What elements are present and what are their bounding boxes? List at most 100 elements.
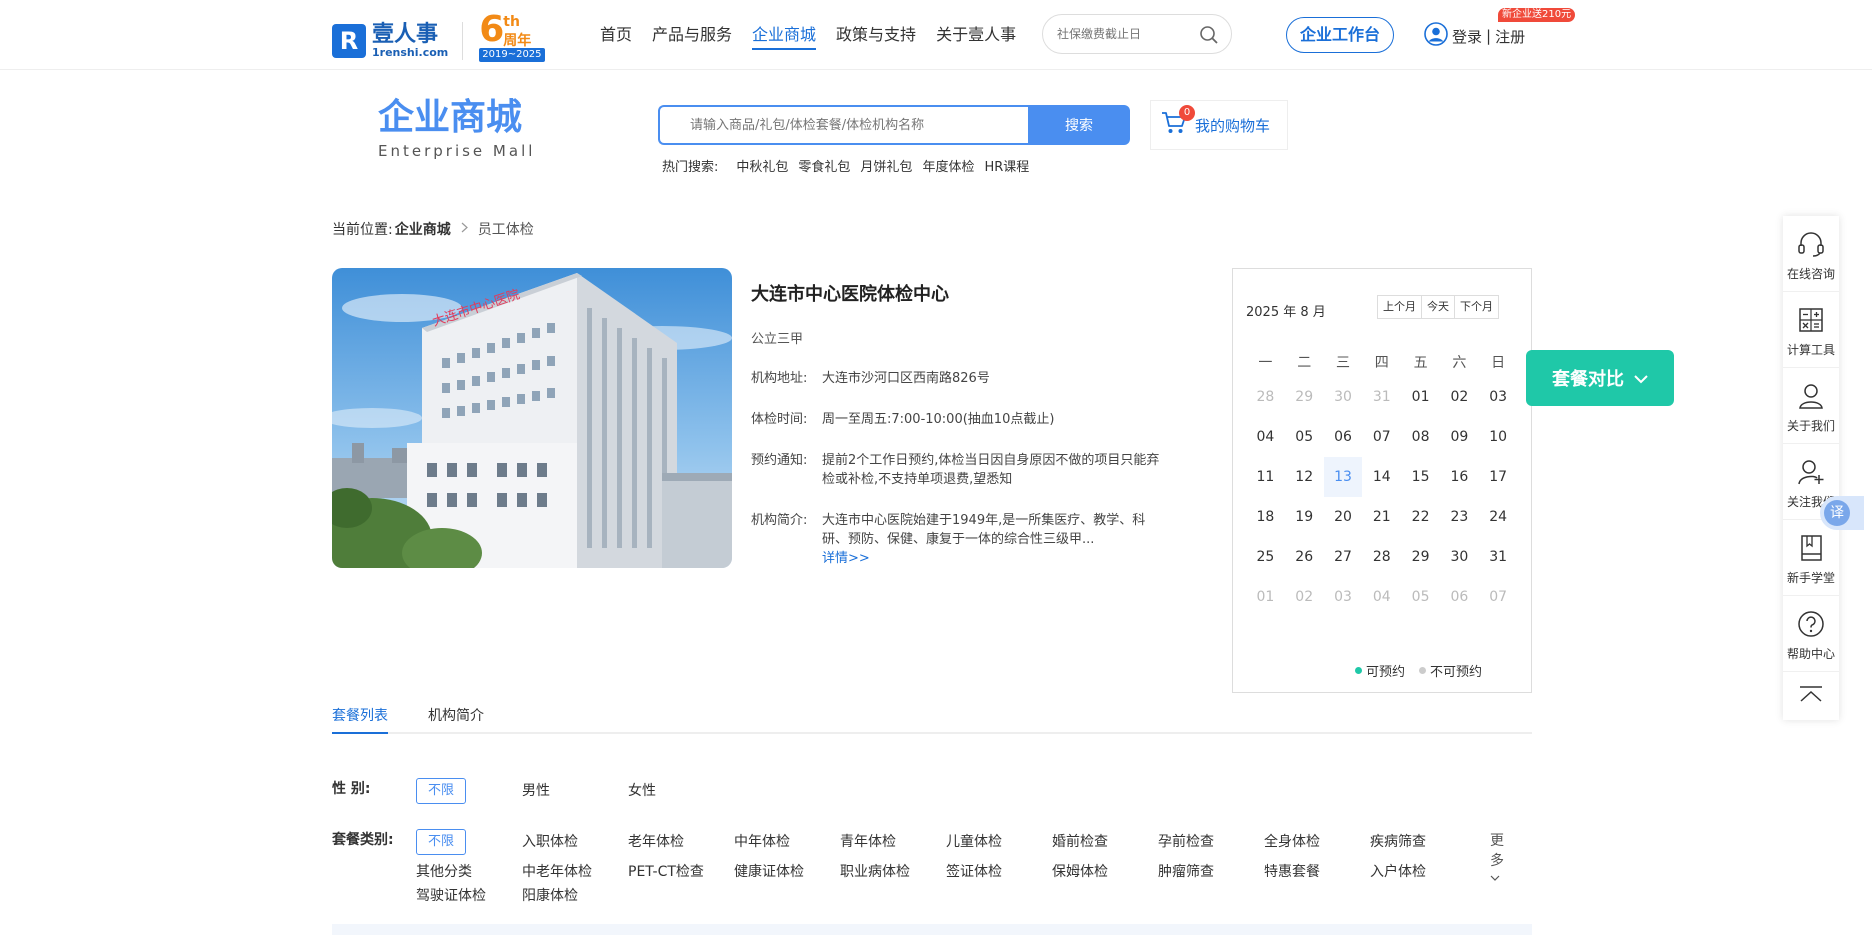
category-option[interactable]: PET-CT检查 [628, 861, 704, 881]
intro-more-link[interactable]: 详情>> [822, 551, 870, 566]
calendar-day[interactable]: 26 [1285, 537, 1324, 577]
calendar-day[interactable]: 27 [1324, 537, 1363, 577]
category-option[interactable]: 阳康体检 [522, 885, 578, 905]
calendar-day[interactable]: 19 [1285, 497, 1324, 537]
category-option[interactable]: 驾驶证体检 [416, 885, 486, 905]
tab-package-list[interactable]: 套餐列表 [332, 704, 388, 734]
calendar-day[interactable]: 31 [1479, 537, 1518, 577]
hot-keyword[interactable]: 零食礼包 [798, 156, 850, 175]
institution-intro-row: 机构简介: 大连市中心医院始建于1949年,是一所集医疗、教学、科研、预防、保健… [751, 511, 1171, 568]
today-button[interactable]: 今天 [1422, 296, 1455, 318]
category-filter-all[interactable]: 不限 [416, 829, 466, 855]
register-link[interactable]: 注册 [1495, 26, 1525, 47]
calendar-day[interactable]: 09 [1440, 417, 1479, 457]
calendar-day[interactable]: 15 [1401, 457, 1440, 497]
calendar-day[interactable]: 02 [1440, 377, 1479, 417]
hot-keyword[interactable]: HR课程 [984, 156, 1029, 175]
site-logo[interactable]: R 壹人事 1renshi.com 6 th 周年 2019~2025 [332, 10, 545, 66]
calendar-day[interactable]: 08 [1401, 417, 1440, 457]
calendar-day[interactable]: 21 [1362, 497, 1401, 537]
tab-institution-intro[interactable]: 机构简介 [428, 704, 484, 732]
category-option[interactable]: 保姆体检 [1052, 861, 1108, 881]
package-compare-button[interactable]: 套餐对比 [1526, 350, 1674, 406]
sidebar-item-about[interactable]: 关于我们 [1783, 368, 1839, 444]
nav-item-policy[interactable]: 政策与支持 [836, 22, 916, 50]
category-option[interactable]: 健康证体检 [734, 861, 804, 881]
calendar-day[interactable]: 10 [1479, 417, 1518, 457]
category-option[interactable]: 肿瘤筛查 [1158, 861, 1214, 881]
chevron-down-icon [1490, 875, 1500, 881]
hours-label: 体检时间: [751, 412, 808, 427]
calendar-day[interactable]: 17 [1479, 457, 1518, 497]
nav-item-home[interactable]: 首页 [600, 22, 632, 50]
mall-search-input[interactable] [658, 105, 1028, 145]
calendar-day[interactable]: 25 [1246, 537, 1285, 577]
translate-button[interactable]: 译 [1820, 496, 1864, 530]
calendar-day[interactable]: 16 [1440, 457, 1479, 497]
nav-item-products[interactable]: 产品与服务 [652, 22, 732, 50]
calendar-day[interactable]: 22 [1401, 497, 1440, 537]
calendar-day[interactable]: 07 [1362, 417, 1401, 457]
gender-filter-all[interactable]: 不限 [416, 778, 466, 804]
calendar-day[interactable]: 12 [1285, 457, 1324, 497]
hot-keyword[interactable]: 月饼礼包 [860, 156, 912, 175]
category-option[interactable]: 入职体检 [522, 831, 578, 851]
mall-search-button[interactable]: 搜索 [1028, 105, 1130, 145]
sidebar-item-consult[interactable]: 在线咨询 [1783, 216, 1839, 292]
calendar-day: 30 [1334, 389, 1352, 405]
category-option[interactable]: 儿童体检 [946, 831, 1002, 851]
next-month-button[interactable]: 下个月 [1455, 296, 1498, 318]
category-option[interactable]: 青年体检 [840, 831, 896, 851]
calendar-day[interactable]: 30 [1440, 537, 1479, 577]
calendar-day[interactable]: 13 [1323, 457, 1363, 497]
calendar-day[interactable]: 18 [1246, 497, 1285, 537]
institution-info: 大连市中心医院体检中心 公立三甲 机构地址: 大连市沙河口区西南路826号 体检… [751, 280, 1171, 568]
sidebar-item-academy[interactable]: 新手学堂 [1783, 520, 1839, 596]
gender-option-male[interactable]: 男性 [522, 780, 550, 800]
hot-keyword[interactable]: 中秋礼包 [736, 156, 788, 175]
category-more-button[interactable]: 更多 [1490, 830, 1504, 886]
category-option[interactable]: 特惠套餐 [1264, 861, 1320, 881]
category-option[interactable]: 入户体检 [1370, 861, 1426, 881]
calendar-day[interactable]: 05 [1285, 417, 1324, 457]
hot-keyword[interactable]: 年度体检 [922, 156, 974, 175]
category-option[interactable]: 签证体检 [946, 861, 1002, 881]
category-option[interactable]: 中老年体检 [522, 861, 592, 881]
gender-option-female[interactable]: 女性 [628, 780, 656, 800]
category-option[interactable]: 老年体检 [628, 831, 684, 851]
login-link[interactable]: 登录 [1452, 26, 1482, 47]
back-to-top-button[interactable] [1783, 672, 1839, 720]
calendar-day: 03 [1334, 589, 1352, 605]
top-search-input[interactable] [1057, 15, 1207, 53]
search-icon[interactable] [1199, 25, 1219, 49]
calendar-day[interactable]: 20 [1324, 497, 1363, 537]
mall-search-bar: 搜索 [658, 105, 1130, 145]
workbench-button[interactable]: 企业工作台 [1286, 17, 1394, 53]
calendar-day[interactable]: 01 [1401, 377, 1440, 417]
calendar-day[interactable]: 03 [1479, 377, 1518, 417]
category-option[interactable]: 孕前检查 [1158, 831, 1214, 851]
shopping-cart-button[interactable]: 0 我的购物车 [1150, 100, 1288, 150]
calendar-day[interactable]: 06 [1324, 417, 1363, 457]
category-option[interactable]: 其他分类 [416, 861, 472, 881]
calendar-day[interactable]: 29 [1401, 537, 1440, 577]
nav-item-about[interactable]: 关于壹人事 [936, 22, 1016, 50]
calendar-day[interactable]: 24 [1479, 497, 1518, 537]
nav-item-mall[interactable]: 企业商城 [752, 22, 817, 50]
breadcrumb-link-mall[interactable]: 企业商城 [395, 219, 451, 239]
breadcrumb-prefix: 当前位置: [332, 222, 393, 238]
calendar-day[interactable]: 28 [1362, 537, 1401, 577]
calendar-day[interactable]: 23 [1440, 497, 1479, 537]
category-option[interactable]: 中年体检 [734, 831, 790, 851]
calendar-week-row: 04 05 06 07 08 09 10 [1246, 417, 1518, 457]
sidebar-item-help[interactable]: 帮助中心 [1783, 596, 1839, 672]
category-option[interactable]: 职业病体检 [840, 861, 910, 881]
calendar-day[interactable]: 11 [1246, 457, 1285, 497]
prev-month-button[interactable]: 上个月 [1378, 296, 1422, 318]
sidebar-item-calculator[interactable]: 计算工具 [1783, 292, 1839, 368]
category-option[interactable]: 婚前检查 [1052, 831, 1108, 851]
calendar-day[interactable]: 14 [1362, 457, 1401, 497]
category-option[interactable]: 疾病筛查 [1370, 831, 1426, 851]
calendar-day[interactable]: 04 [1246, 417, 1285, 457]
category-option[interactable]: 全身体检 [1264, 831, 1320, 851]
